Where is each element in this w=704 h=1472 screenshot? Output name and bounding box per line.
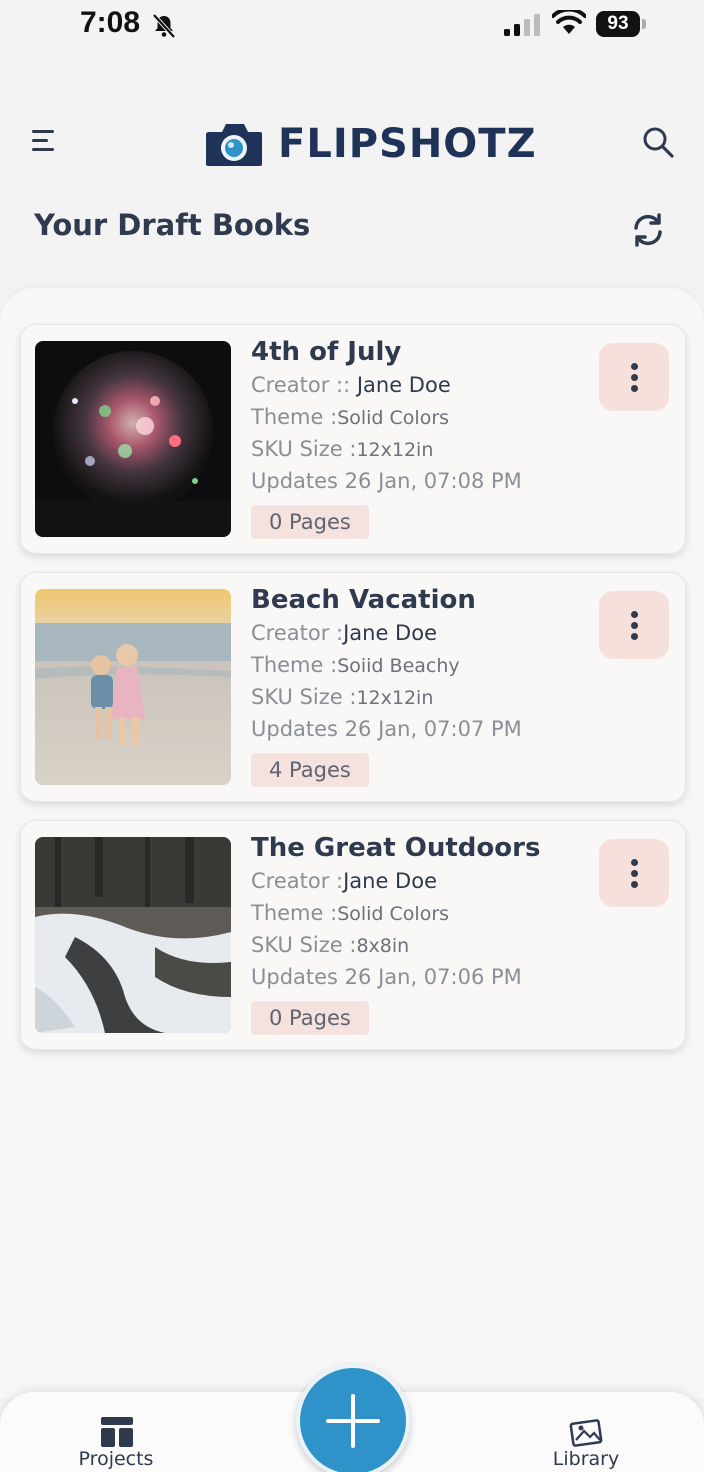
creator-value: Jane Doe	[356, 373, 451, 397]
nav-tab-projects[interactable]: Projects	[70, 1416, 162, 1472]
more-vertical-icon-dot	[631, 622, 638, 629]
wifi-icon	[552, 10, 586, 34]
more-vertical-icon	[631, 363, 638, 370]
creator-value: Jane Doe	[343, 621, 437, 645]
library-icon	[569, 1419, 603, 1447]
book-theme: Theme :Solid Colors	[251, 901, 449, 925]
camera-logo-icon	[206, 124, 262, 166]
theme-label: Theme :	[251, 405, 338, 429]
book-updated: Updates 26 Jan, 07:06 PM	[251, 965, 522, 989]
more-vertical-icon-dot	[631, 374, 638, 381]
sku-value: 8x8in	[356, 935, 410, 957]
more-vertical-icon	[631, 611, 638, 618]
book-thumbnail	[35, 589, 231, 785]
book-creator: Creator :: Jane Doe	[251, 373, 451, 397]
more-options-button[interactable]	[599, 343, 669, 411]
theme-value: Soiid Beachy	[337, 655, 460, 677]
snowy-creek-photo	[35, 837, 231, 1033]
more-vertical-icon-dot	[631, 881, 638, 888]
theme-value: Solid Colors	[337, 903, 450, 925]
more-options-button[interactable]	[599, 591, 669, 659]
cell-signal-icon	[504, 14, 540, 36]
projects-icon	[101, 1417, 133, 1447]
book-sku: SKU Size :8x8in	[251, 933, 409, 957]
bell-muted-icon	[152, 13, 176, 39]
sku-label: SKU Size :	[251, 685, 357, 709]
battery-level: 93	[596, 11, 640, 37]
pages-badge: 0 Pages	[251, 1001, 369, 1035]
theme-value: Solid Colors	[337, 407, 450, 429]
nav-label-projects: Projects	[78, 1448, 154, 1470]
pages-badge: 0 Pages	[251, 505, 369, 539]
book-card[interactable]: 4th of July Creator :: Jane Doe Theme :S…	[20, 324, 686, 554]
book-theme: Theme :Solid Colors	[251, 405, 449, 429]
page-title: Your Draft Books	[34, 208, 311, 242]
book-thumbnail	[35, 341, 231, 537]
book-creator: Creator :Jane Doe	[251, 869, 437, 893]
book-title: Beach Vacation	[251, 585, 476, 615]
brand-logo: FLIPSHOTZ	[204, 118, 536, 174]
book-card[interactable]: Beach Vacation Creator :Jane Doe Theme :…	[20, 572, 686, 802]
pages-badge: 4 Pages	[251, 753, 369, 787]
battery-indicator: 93	[596, 11, 648, 37]
sku-value: 12x12in	[356, 687, 434, 709]
beach-kids-photo	[35, 589, 231, 785]
creator-label: Creator ::	[251, 373, 357, 397]
sku-label: SKU Size :	[251, 933, 357, 957]
more-vertical-icon-dot	[631, 385, 638, 392]
refresh-icon[interactable]	[628, 210, 668, 250]
more-options-button[interactable]	[599, 839, 669, 907]
more-vertical-icon-dot	[631, 870, 638, 877]
book-card[interactable]: The Great Outdoors Creator :Jane Doe The…	[20, 820, 686, 1050]
battery-tip	[642, 19, 646, 29]
fireworks-photo	[35, 341, 231, 537]
creator-value: Jane Doe	[343, 869, 437, 893]
sku-value: 12x12in	[356, 439, 434, 461]
book-sku: SKU Size :12x12in	[251, 437, 433, 461]
logo-wordmark: FLIPSHOTZ	[278, 121, 537, 167]
more-vertical-icon-dot	[631, 633, 638, 640]
book-theme: Theme :Soiid Beachy	[251, 653, 460, 677]
status-bar: 7:08 93	[0, 0, 704, 60]
menu-icon-line	[32, 139, 48, 142]
menu-icon-line	[32, 148, 54, 151]
app-header: FLIPSHOTZ	[0, 100, 704, 190]
book-creator: Creator :Jane Doe	[251, 621, 437, 645]
book-updated: Updates 26 Jan, 07:08 PM	[251, 469, 522, 493]
menu-button[interactable]	[28, 126, 64, 158]
creator-label: Creator :	[251, 869, 344, 893]
menu-icon	[32, 130, 54, 133]
section-header: Your Draft Books	[0, 200, 704, 260]
book-title: 4th of July	[251, 337, 402, 367]
nav-label-library: Library	[552, 1448, 620, 1470]
book-thumbnail	[35, 837, 231, 1033]
theme-label: Theme :	[251, 901, 338, 925]
search-icon[interactable]	[640, 124, 676, 160]
plus-icon-bar	[326, 1419, 380, 1423]
sku-label: SKU Size :	[251, 437, 357, 461]
book-title: The Great Outdoors	[251, 833, 541, 863]
more-vertical-icon	[631, 859, 638, 866]
add-book-button[interactable]	[296, 1364, 410, 1472]
status-time: 7:08	[80, 6, 141, 39]
nav-tab-library[interactable]: Library	[544, 1416, 628, 1472]
book-sku: SKU Size :12x12in	[251, 685, 433, 709]
theme-label: Theme :	[251, 653, 338, 677]
book-updated: Updates 26 Jan, 07:07 PM	[251, 717, 522, 741]
draft-books-panel: 4th of July Creator :: Jane Doe Theme :S…	[0, 288, 704, 1398]
creator-label: Creator :	[251, 621, 344, 645]
